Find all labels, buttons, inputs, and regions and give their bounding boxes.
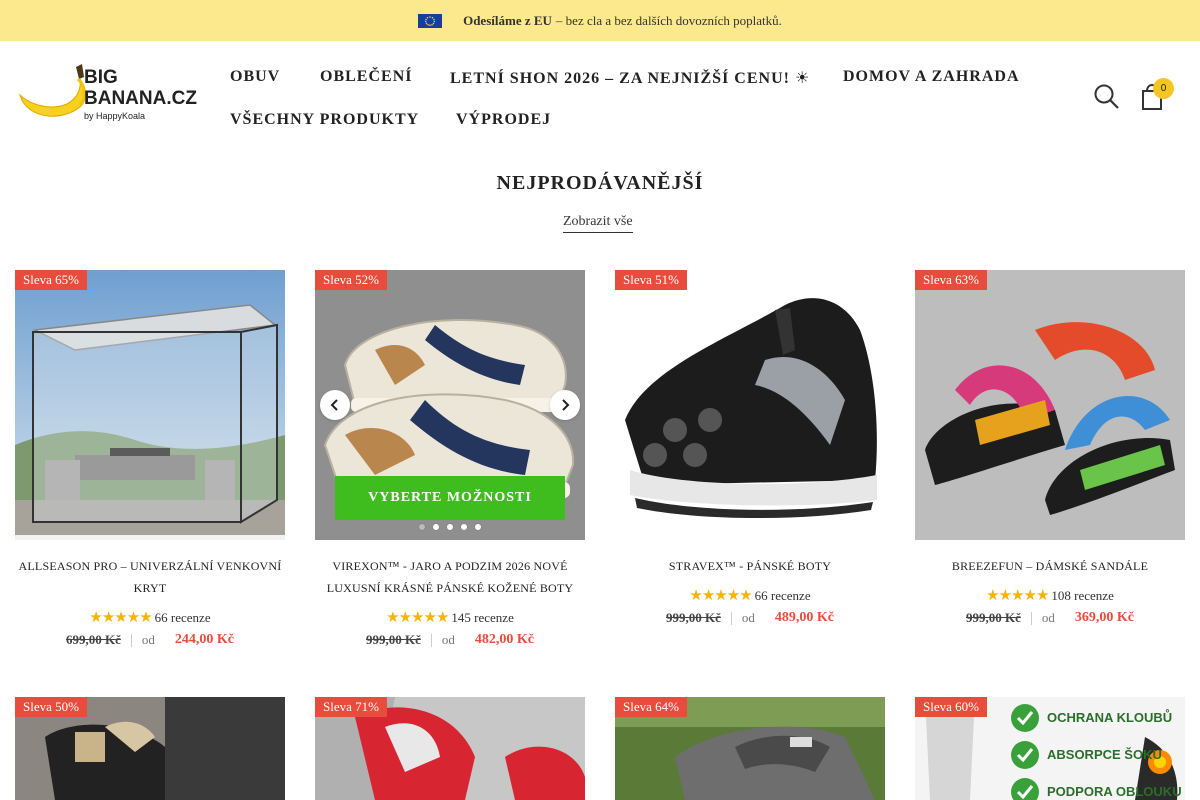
price-separator	[730, 611, 732, 625]
nav-vyprodej[interactable]: VÝPRODEJ	[456, 111, 551, 129]
carousel-dot[interactable]	[474, 523, 482, 531]
old-price: 999,00 Kč	[966, 610, 1021, 625]
review-count: 108 recenze	[1051, 587, 1114, 603]
nav-letni-shon[interactable]: LETNÍ SHON 2026 – ZA NEJNIŽŠÍ CENU! ☀	[450, 68, 810, 88]
price-separator	[130, 633, 132, 647]
discount-badge: Sleva 52%	[315, 270, 387, 290]
review-count: 66 recenze	[154, 609, 211, 625]
discount-badge: Sleva 60%	[915, 697, 987, 717]
view-all-link[interactable]: Zobrazit vše	[563, 214, 633, 233]
product-image[interactable]: Sleva 51%	[615, 270, 885, 540]
carousel-prev-button[interactable]	[320, 390, 350, 420]
announcement-text: – bez cla a bez dalších dovozních poplat…	[555, 12, 782, 28]
price-from: od	[441, 632, 455, 647]
product-title[interactable]: BREEZEFUN – DÁMSKÉ SANDÁLE	[915, 555, 1185, 577]
review-count: 145 recenze	[451, 609, 514, 625]
carousel-dot[interactable]	[460, 523, 468, 531]
star-rating-icon: ★★★★★	[689, 588, 752, 604]
product-prices: 999,00 Kč od 482,00 Kč	[315, 632, 585, 648]
nav-obleceni[interactable]: OBLEČENÍ	[320, 68, 412, 86]
nav-domov-zahrada[interactable]: DOMOV A ZAHRADA	[843, 68, 1020, 86]
eu-flag-icon	[418, 13, 443, 28]
announcement-bold: Odesíláme z EU	[463, 12, 552, 28]
discount-badge: Sleva 71%	[315, 697, 387, 717]
sale-price: 489,00 Kč	[774, 610, 834, 625]
choose-options-button[interactable]: VYBERTE MOŽNOSTI	[335, 476, 565, 520]
old-price: 699,00 Kč	[66, 632, 121, 647]
product-prices: 999,00 Kč od 489,00 Kč	[615, 610, 885, 626]
product-rating: ★★★★★ 108 recenze	[915, 586, 1185, 605]
nav-vsechny-produkty[interactable]: VŠECHNY PRODUKTY	[230, 111, 419, 129]
sale-price: 369,00 Kč	[1074, 610, 1134, 625]
product-title[interactable]: STRAVEX™ - PÁNSKÉ BOTY	[615, 555, 885, 577]
feature-label: ABSORPCE ŠOKU	[1047, 747, 1162, 762]
site-header: BIG BANANA.CZ by HappyKoala OBUV OBLEČEN…	[0, 41, 1200, 149]
product-image[interactable]: Sleva 65%	[15, 270, 285, 540]
product-image[interactable]: Sleva 52% VYBERTE MOŽNOSTI	[315, 270, 585, 540]
price-from: od	[741, 610, 755, 625]
product-image[interactable]: Sleva 71%	[315, 697, 585, 800]
price-from: od	[141, 632, 155, 647]
review-count: 66 recenze	[754, 587, 811, 603]
logo-line1: BIG	[84, 67, 118, 88]
discount-badge: Sleva 50%	[15, 697, 87, 717]
product-image[interactable]: Sleva 60% OCHRANA KLOUBŮ ABSORPCE ŠOKU P…	[915, 697, 1185, 800]
product-prices: 999,00 Kč od 369,00 Kč	[915, 610, 1185, 626]
section-title: NEJPRODÁVANĚJŠÍ	[496, 172, 704, 194]
site-logo[interactable]: BIG BANANA.CZ by HappyKoala	[16, 61, 201, 126]
star-rating-icon: ★★★★★	[986, 588, 1049, 604]
cart-count-badge: 0	[1153, 78, 1174, 99]
logo-line2: BANANA.CZ	[84, 88, 197, 109]
feature-label: PODPORA OBLOUKU	[1047, 784, 1182, 799]
discount-badge: Sleva 51%	[615, 270, 687, 290]
discount-badge: Sleva 65%	[15, 270, 87, 290]
sale-price: 482,00 Kč	[474, 632, 534, 647]
price-separator	[430, 633, 432, 647]
old-price: 999,00 Kč	[666, 610, 721, 625]
product-title[interactable]: VIREXON™ - JARO A PODZIM 2026 NOVÉ LUXUS…	[315, 555, 585, 599]
price-separator	[1030, 611, 1032, 625]
feature-label: OCHRANA KLOUBŮ	[1047, 710, 1173, 725]
announcement-bar: Odesíláme z EU – bez cla a bez dalších d…	[0, 0, 1200, 41]
product-image[interactable]: Sleva 50%	[15, 697, 285, 800]
nav-obuv[interactable]: OBUV	[230, 68, 280, 86]
carousel-dot[interactable]	[418, 523, 426, 531]
star-rating-icon: ★★★★★	[89, 610, 152, 626]
carousel-dot[interactable]	[446, 523, 454, 531]
product-image[interactable]: Sleva 64%	[615, 697, 885, 800]
carousel-next-button[interactable]	[550, 390, 580, 420]
product-rating: ★★★★★ 66 recenze	[615, 586, 885, 605]
product-rating: ★★★★★ 66 recenze	[15, 608, 285, 627]
discount-badge: Sleva 64%	[615, 697, 687, 717]
old-price: 999,00 Kč	[366, 632, 421, 647]
discount-badge: Sleva 63%	[915, 270, 987, 290]
logo-tagline: by HappyKoala	[84, 111, 146, 121]
product-title[interactable]: ALLSEASON PRO – UNIVERZÁLNÍ VENKOVNÍ KRY…	[15, 555, 285, 599]
carousel-dots	[315, 523, 585, 531]
star-rating-icon: ★★★★★	[386, 610, 449, 626]
sale-price: 244,00 Kč	[174, 632, 234, 647]
carousel-dot[interactable]	[432, 523, 440, 531]
product-prices: 699,00 Kč od 244,00 Kč	[15, 632, 285, 648]
product-rating: ★★★★★ 145 recenze	[315, 608, 585, 627]
search-icon[interactable]	[1093, 83, 1121, 111]
price-from: od	[1041, 610, 1055, 625]
product-image[interactable]: Sleva 63%	[915, 270, 1185, 540]
